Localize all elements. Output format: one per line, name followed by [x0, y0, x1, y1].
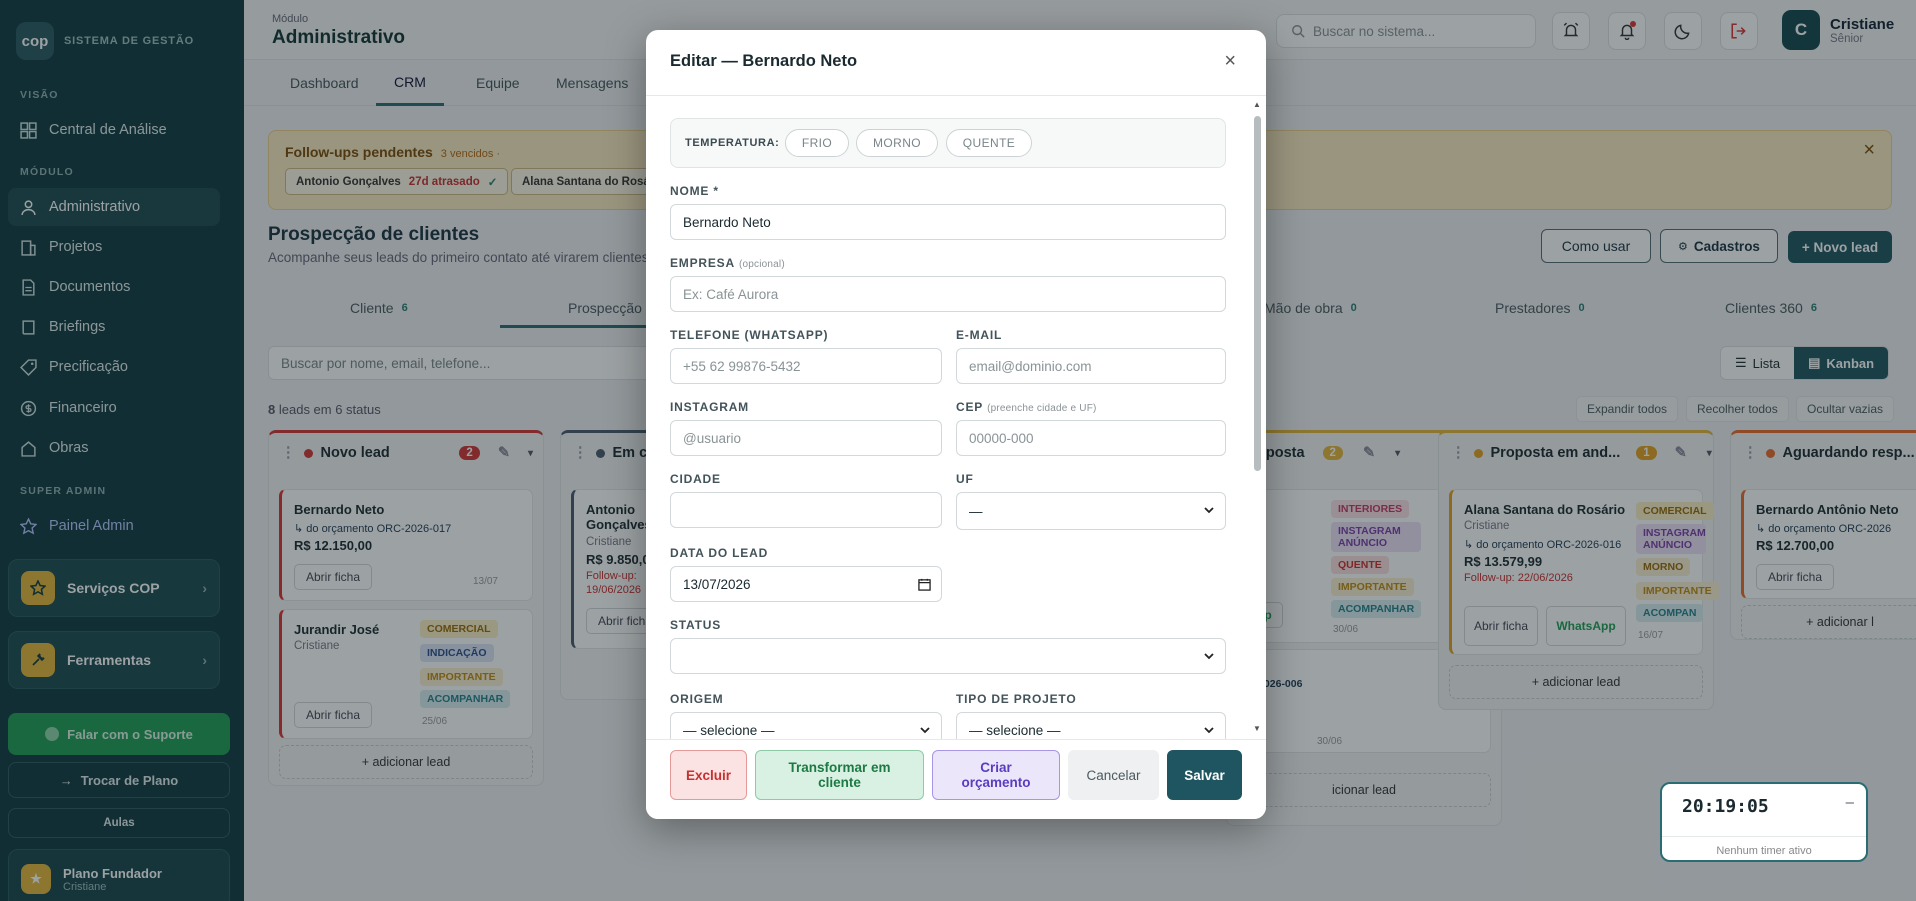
cep-field[interactable]: 00000-000 — [956, 420, 1226, 456]
chevron-down-icon — [1204, 653, 1214, 660]
empresa-label: EMPRESA (opcional) — [670, 256, 785, 270]
nome-label: NOME * — [670, 184, 719, 198]
cidade-label: CIDADE — [670, 472, 721, 486]
transformar-cliente-button[interactable]: Transformar em cliente — [755, 750, 924, 800]
data-value: 13/07/2026 — [683, 576, 751, 592]
empresa-label-text: EMPRESA — [670, 256, 735, 270]
minimize-icon[interactable]: – — [1846, 794, 1854, 811]
uf-value: — — [969, 503, 983, 519]
temperatura-selector: TEMPERATURA: FRIO MORNO QUENTE — [670, 118, 1226, 168]
tipo-value: — selecione — — [969, 722, 1061, 738]
cep-label-text: CEP — [956, 400, 984, 414]
modal-scrollbar[interactable]: ▲ ▼ — [1252, 100, 1264, 740]
nome-field[interactable]: Bernardo Neto — [670, 204, 1226, 240]
modal-footer: Excluir Transformar em cliente Criar orç… — [646, 739, 1266, 819]
cep-hint: (preenche cidade e UF) — [987, 403, 1097, 414]
instagram-field[interactable]: @usuario — [670, 420, 942, 456]
modal-body: TEMPERATURA: FRIO MORNO QUENTE NOME * Be… — [646, 96, 1266, 739]
temp-frio-option[interactable]: FRIO — [785, 129, 849, 157]
salvar-button[interactable]: Salvar — [1167, 750, 1242, 800]
timer-status: Nenhum timer ativo — [1662, 836, 1866, 857]
temp-morno-option[interactable]: MORNO — [856, 129, 938, 157]
origem-label: ORIGEM — [670, 692, 724, 706]
chevron-down-icon — [920, 727, 930, 734]
criar-orcamento-button[interactable]: Criar orçamento — [932, 750, 1060, 800]
origem-select[interactable]: — selecione — — [670, 712, 942, 739]
scroll-down-icon[interactable]: ▼ — [1253, 724, 1261, 733]
edit-lead-modal: Editar — Bernardo Neto × TEMPERATURA: FR… — [646, 30, 1266, 819]
status-label: STATUS — [670, 618, 722, 632]
tipo-projeto-select[interactable]: — selecione — — [956, 712, 1226, 739]
calendar-icon[interactable] — [918, 578, 931, 591]
modal-header: Editar — Bernardo Neto × — [646, 30, 1266, 96]
uf-label: UF — [956, 472, 974, 486]
data-lead-field[interactable]: 13/07/2026 — [670, 566, 942, 602]
modal-title: Editar — Bernardo Neto — [670, 52, 858, 70]
timer-time: 20:19:05 — [1682, 796, 1769, 817]
scroll-thumb[interactable] — [1254, 116, 1261, 471]
close-icon[interactable]: × — [1224, 50, 1236, 73]
temperatura-label: TEMPERATURA: — [685, 137, 780, 149]
email-label: E-MAIL — [956, 328, 1003, 342]
uf-select[interactable]: — — [956, 492, 1226, 530]
empresa-hint: (opcional) — [738, 259, 785, 270]
instagram-label: INSTAGRAM — [670, 400, 749, 414]
timer-widget[interactable]: 20:19:05 – Nenhum timer ativo — [1660, 782, 1868, 862]
cancelar-button[interactable]: Cancelar — [1068, 750, 1159, 800]
email-field[interactable]: email@dominio.com — [956, 348, 1226, 384]
scroll-up-icon[interactable]: ▲ — [1253, 100, 1261, 109]
cep-label: CEP (preenche cidade e UF) — [956, 400, 1097, 414]
empresa-field[interactable]: Ex: Café Aurora — [670, 276, 1226, 312]
temp-quente-option[interactable]: QUENTE — [946, 129, 1032, 157]
chevron-down-icon — [1204, 507, 1214, 514]
cidade-field[interactable] — [670, 492, 942, 528]
chevron-down-icon — [1204, 727, 1214, 734]
excluir-button[interactable]: Excluir — [670, 750, 747, 800]
telefone-label: TELEFONE (WHATSAPP) — [670, 328, 829, 342]
status-select[interactable] — [670, 638, 1226, 674]
data-label: DATA DO LEAD — [670, 546, 769, 560]
origem-value: — selecione — — [683, 722, 775, 738]
tipo-projeto-label: TIPO DE PROJETO — [956, 692, 1077, 706]
telefone-field[interactable]: +55 62 99876-5432 — [670, 348, 942, 384]
